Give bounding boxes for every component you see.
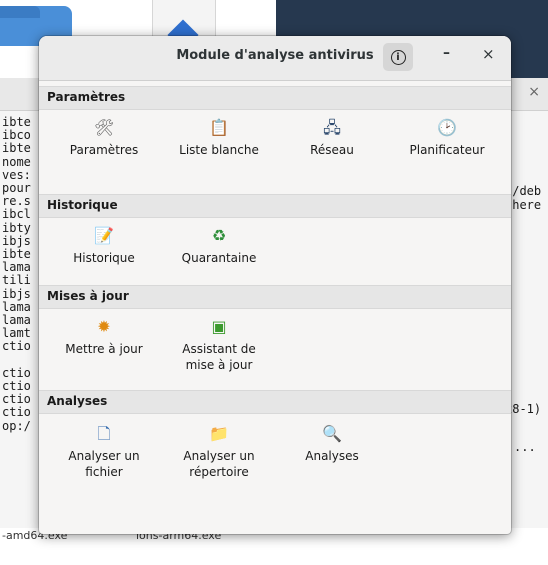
item-label: Mettre à jour	[65, 342, 143, 356]
item-label: Assistant de mise à jour	[182, 342, 256, 372]
item-label: Analyser un fichier	[68, 449, 140, 479]
scan-folder-item[interactable]: 📁 Analyser un répertoire	[164, 424, 274, 480]
item-label: Analyser un répertoire	[183, 449, 255, 479]
scheduler-icon: 🕑	[437, 118, 457, 137]
scan-file-item[interactable]: 🗋 Analyser un fichier	[49, 424, 159, 480]
section-header-parametres: Paramètres	[39, 86, 511, 110]
item-label: Quarantaine	[181, 251, 257, 265]
section-header-analyses: Analyses	[39, 390, 511, 414]
terminal-tab-close-icon[interactable]: ×	[528, 84, 540, 100]
terminal-text: ctio	[2, 365, 31, 380]
item-label: Liste blanche	[179, 143, 259, 157]
update-assistant-item[interactable]: ▣ Assistant de mise à jour	[164, 317, 274, 373]
terminal-text: lama	[2, 260, 31, 275]
info-icon: i	[390, 49, 406, 65]
terminal-text: lamt	[2, 326, 31, 341]
item-label: Réseau	[310, 143, 354, 157]
history-item[interactable]: 📝 Historique	[49, 226, 159, 266]
terminal-text: nome	[2, 154, 31, 169]
terminal-text: ibjs	[2, 286, 31, 301]
item-label: Analyses	[305, 449, 359, 463]
antivirus-module-dialog: Module d'analyse antivirus i – × Paramèt…	[39, 36, 511, 534]
terminal-text: lama	[2, 313, 31, 327]
terminal-text: ibty	[2, 220, 31, 235]
scans-item[interactable]: 🔍 Analyses	[277, 424, 387, 464]
close-button[interactable]: ×	[482, 45, 495, 63]
terminal-text: re.s	[2, 194, 31, 209]
settings-item[interactable]: 🛠 Paramètres	[49, 118, 159, 158]
quarantine-icon: ♻	[211, 226, 227, 245]
history-icon: 📝	[94, 226, 114, 245]
terminal-text: ctio	[2, 339, 31, 354]
quarantine-item[interactable]: ♻ Quarantaine	[164, 226, 274, 266]
item-label: Planificateur	[409, 143, 485, 157]
item-label: Paramètres	[69, 143, 139, 157]
scheduler-item[interactable]: 🕑 Planificateur	[392, 118, 502, 158]
network-item[interactable]: 🖧 Réseau	[277, 118, 387, 158]
whitelist-icon: 📋	[209, 118, 229, 137]
network-icon: 🖧	[323, 118, 341, 137]
terminal-text: ibco	[2, 128, 31, 143]
terminal-text: op:/	[2, 418, 31, 433]
terminal-text: ibte	[2, 247, 31, 261]
terminal-text: ibte	[2, 115, 31, 129]
section-title: Paramètres	[47, 90, 126, 104]
terminal-text: ctio	[2, 392, 31, 407]
item-label: Historique	[73, 251, 135, 265]
scan-folder-icon: 📁	[209, 424, 229, 443]
terminal-text: ctio	[2, 379, 31, 393]
terminal-text: lama	[2, 299, 31, 314]
update-icon: ✹	[97, 317, 111, 336]
magnifier-icon: 🔍	[322, 424, 342, 443]
whitelist-item[interactable]: 📋 Liste blanche	[164, 118, 274, 158]
terminal-text: ...	[514, 440, 536, 454]
section-title: Analyses	[47, 394, 108, 408]
minimize-button[interactable]: –	[443, 45, 450, 61]
section-header-historique: Historique	[39, 194, 511, 218]
info-button[interactable]: i	[383, 43, 413, 71]
terminal-text: ibcl	[2, 207, 31, 222]
dialog-title: Module d'analyse antivirus	[176, 48, 374, 63]
terminal-text: ctio	[2, 405, 31, 420]
terminal-text: ibte	[2, 141, 31, 156]
update-assistant-icon: ▣	[211, 317, 227, 336]
tools-icon: 🛠	[94, 118, 115, 137]
section-title: Historique	[47, 198, 118, 212]
terminal-text: tili	[2, 273, 31, 288]
dialog-titlebar: Module d'analyse antivirus i – ×	[39, 36, 511, 81]
terminal-text: ves:	[2, 167, 31, 182]
scan-file-icon: 🗋	[97, 424, 111, 443]
terminal-text: ibjs	[2, 233, 31, 248]
update-item[interactable]: ✹ Mettre à jour	[49, 317, 159, 357]
terminal-text: pour	[2, 181, 31, 195]
section-header-mises-a-jour: Mises à jour	[39, 285, 511, 309]
section-title: Mises à jour	[47, 289, 129, 303]
